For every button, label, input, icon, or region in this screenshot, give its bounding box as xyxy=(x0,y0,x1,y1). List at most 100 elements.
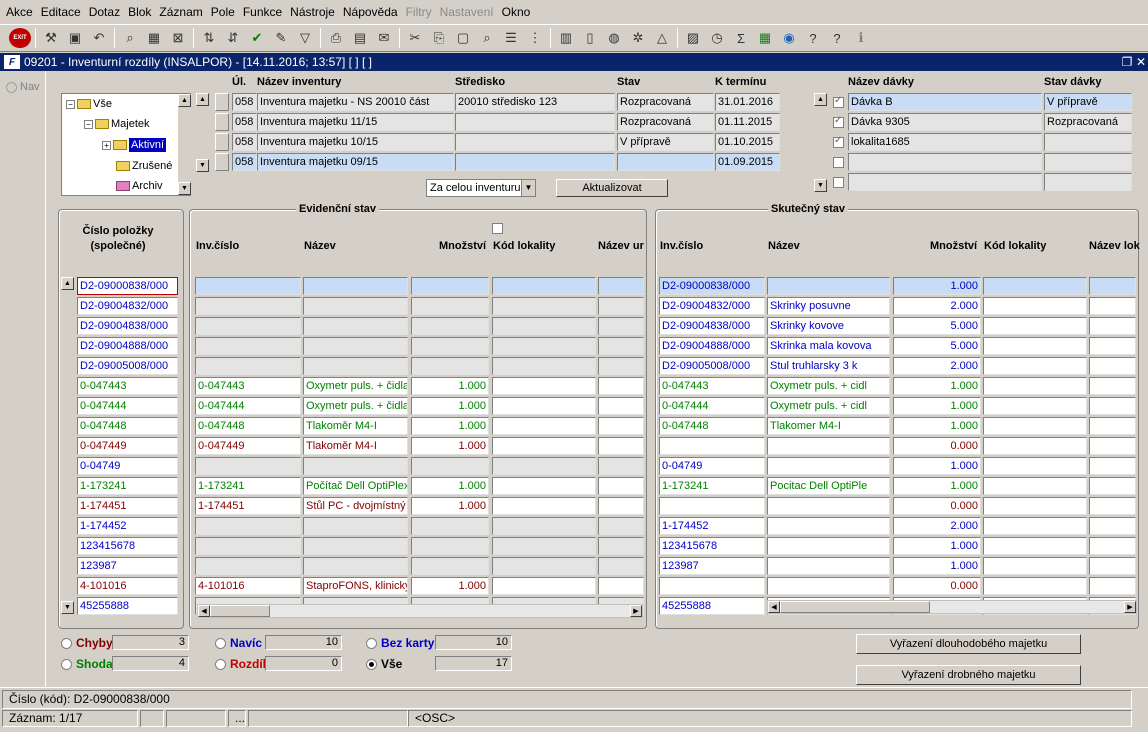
actual-locname[interactable] xyxy=(1089,337,1136,355)
wrench-icon[interactable]: ✎ xyxy=(270,27,292,49)
collapse-icon[interactable]: − xyxy=(84,119,93,129)
evidence-name[interactable] xyxy=(303,337,408,355)
inventory-state[interactable]: Rozpracovaná xyxy=(617,113,714,131)
evidence-name[interactable]: Tlakoměr M4-I xyxy=(303,417,408,435)
scroll-right-icon[interactable]: ▶ xyxy=(1124,601,1136,613)
evidence-locname[interactable] xyxy=(598,577,644,595)
actual-loc[interactable] xyxy=(983,477,1087,495)
row-marker[interactable] xyxy=(215,133,229,151)
inventory-scrollbar[interactable]: ▲ ▼ xyxy=(196,93,211,173)
common-item[interactable]: 0-04749 xyxy=(77,457,178,475)
evidence-name[interactable] xyxy=(303,517,408,535)
evidence-loc[interactable] xyxy=(492,577,596,595)
filter-navic[interactable]: Navíc xyxy=(215,636,262,650)
actual-locname[interactable] xyxy=(1089,497,1136,515)
radio-icon[interactable] xyxy=(366,637,377,649)
inventory-ul[interactable]: 058 xyxy=(232,93,257,111)
actual-inv[interactable]: 0-04749 xyxy=(659,457,765,475)
evidence-checkbox[interactable] xyxy=(492,223,503,234)
evidence-name[interactable]: StaproFONS, klinický xyxy=(303,577,408,595)
actual-qty[interactable]: 5.000 xyxy=(893,317,981,335)
actual-inv[interactable]: 123987 xyxy=(659,557,765,575)
actual-loc[interactable] xyxy=(983,377,1087,395)
actual-locname[interactable] xyxy=(1089,537,1136,555)
actual-loc[interactable] xyxy=(983,517,1087,535)
evidence-locname[interactable] xyxy=(598,497,644,515)
tree-node-aktivni[interactable]: + Aktivní xyxy=(102,138,167,152)
info-icon[interactable]: ℹ xyxy=(850,27,872,49)
dispose-small-button[interactable]: Vyřazení drobného majetku xyxy=(856,665,1081,685)
hammer-icon[interactable]: ⚒ xyxy=(40,27,62,49)
evidence-name[interactable]: Oxymetr puls. + čidla xyxy=(303,377,408,395)
evidence-loc[interactable] xyxy=(492,417,596,435)
scope-select[interactable]: Za celou inventuru ▼ xyxy=(426,179,536,197)
menu-nastroje[interactable]: Nástroje xyxy=(286,0,339,24)
actual-loc[interactable] xyxy=(983,577,1087,595)
evidence-loc[interactable] xyxy=(492,377,596,395)
filter-vse[interactable]: Vše xyxy=(366,657,402,671)
evidence-qty[interactable] xyxy=(411,517,489,535)
filter-icon[interactable]: ▽ xyxy=(294,27,316,49)
actual-locname[interactable] xyxy=(1089,297,1136,315)
row-marker[interactable] xyxy=(215,113,229,131)
inventory-name[interactable]: Inventura majetku 09/15 xyxy=(257,153,454,171)
actual-inv[interactable]: D2-09004838/000 xyxy=(659,317,765,335)
actual-inv[interactable]: 1-174452 xyxy=(659,517,765,535)
inventory-name[interactable]: Inventura majetku 11/15 xyxy=(257,113,454,131)
actual-locname[interactable] xyxy=(1089,517,1136,535)
actual-locname[interactable] xyxy=(1089,317,1136,335)
actual-locname[interactable] xyxy=(1089,437,1136,455)
actual-name[interactable]: Stul truhlarsky 3 k xyxy=(767,357,890,375)
batch-state[interactable]: Rozpracovaná xyxy=(1044,113,1132,131)
evidence-qty[interactable] xyxy=(411,457,489,475)
actual-qty[interactable]: 2.000 xyxy=(893,297,981,315)
radio-icon[interactable] xyxy=(215,637,226,649)
common-item[interactable]: 1-174452 xyxy=(77,517,178,535)
inventory-center[interactable] xyxy=(455,133,615,151)
evidence-loc[interactable] xyxy=(492,557,596,575)
filter-bez-karty[interactable]: Bez karty xyxy=(366,636,434,650)
inventory-due[interactable]: 31.01.2016 xyxy=(715,93,780,111)
restore-icon[interactable]: ❐ xyxy=(1120,55,1134,69)
actual-name[interactable] xyxy=(767,497,890,515)
tree-node-root[interactable]: − Vše xyxy=(66,98,112,110)
evidence-qty[interactable] xyxy=(411,357,489,375)
evidence-loc[interactable] xyxy=(492,297,596,315)
actual-qty[interactable]: 5.000 xyxy=(893,337,981,355)
cut-icon[interactable]: ✂ xyxy=(404,27,426,49)
actual-qty[interactable]: 1.000 xyxy=(893,397,981,415)
evidence-qty[interactable]: 1.000 xyxy=(411,477,489,495)
evidence-hscrollbar[interactable]: ◀ ▶ xyxy=(197,604,643,618)
evidence-locname[interactable] xyxy=(598,517,644,535)
actual-loc[interactable] xyxy=(983,337,1087,355)
actual-inv[interactable]: D2-09005008/000 xyxy=(659,357,765,375)
evidence-locname[interactable] xyxy=(598,417,644,435)
scroll-up-icon[interactable]: ▲ xyxy=(178,94,191,107)
cancel-query-icon[interactable]: ⊠ xyxy=(167,27,189,49)
actual-loc[interactable] xyxy=(983,497,1087,515)
expand-icon[interactable]: + xyxy=(102,140,111,150)
evidence-inv[interactable]: 0-047448 xyxy=(195,417,301,435)
evidence-qty[interactable]: 1.000 xyxy=(411,497,489,515)
actual-name[interactable] xyxy=(767,557,890,575)
actual-inv[interactable]: 0-047443 xyxy=(659,377,765,395)
tree-scrollbar[interactable]: ▲ ▼ xyxy=(177,94,191,195)
actual-loc[interactable] xyxy=(983,537,1087,555)
actual-locname[interactable] xyxy=(1089,457,1136,475)
common-item[interactable]: 4-101016 xyxy=(77,577,178,595)
filter-shoda[interactable]: Shoda xyxy=(61,657,113,671)
actual-name[interactable]: Skrinka mala kovova xyxy=(767,337,890,355)
search-icon[interactable]: ⌕ xyxy=(476,27,498,49)
actual-inv[interactable]: 0-047444 xyxy=(659,397,765,415)
evidence-name[interactable] xyxy=(303,537,408,555)
exit-button[interactable]: EXIT xyxy=(9,27,31,49)
dispose-long-term-button[interactable]: Vyřazení dlouhodobého majetku xyxy=(856,634,1081,654)
evidence-inv[interactable] xyxy=(195,277,301,295)
evidence-name[interactable] xyxy=(303,557,408,575)
actual-loc[interactable] xyxy=(983,317,1087,335)
help-icon[interactable]: ? xyxy=(826,27,848,49)
actual-inv[interactable]: 123415678 xyxy=(659,537,765,555)
evidence-qty[interactable]: 1.000 xyxy=(411,377,489,395)
inventory-due[interactable]: 01.10.2015 xyxy=(715,133,780,151)
evidence-loc[interactable] xyxy=(492,537,596,555)
